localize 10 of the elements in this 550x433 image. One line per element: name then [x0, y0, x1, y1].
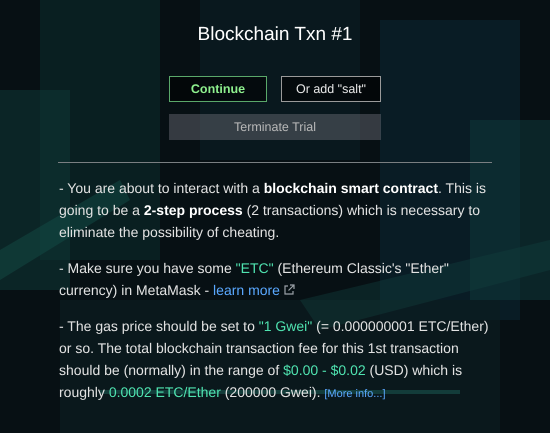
info-paragraph: - Make sure you have some "ETC" (Ethereum Classic's "Ether" currency) in MetaMask - learn more	[59, 259, 450, 300]
learn-more-link[interactable]: learn more	[213, 282, 295, 298]
continue-button[interactable]: Continue	[169, 76, 267, 102]
external-link-icon[interactable]	[282, 284, 295, 296]
salt-button[interactable]: Or add "salt"	[281, 76, 381, 102]
info-paragraph: - You are about to interact with a blockchain smart contract. This is going to be a 2-step process (2 transactions) which is necessary to eliminate the possibility of cheating.	[59, 179, 487, 242]
terminate-button[interactable]: Terminate Trial	[169, 114, 381, 140]
info-paragraph: - The gas price should be set to "1 Gwei" (= 0.000000001 ETC/Ether) or so. The total blockchain transaction fee for this 1st transaction should be (normally) in the range of $0.00 - $0.02 (USD) which is roughly 0.0002 ETC/Ether (200000 Gwei). [More info...]	[59, 317, 490, 402]
dialog-title: Blockchain Txn #1	[198, 23, 352, 47]
more-info-link[interactable]: [More info...]	[324, 388, 386, 400]
